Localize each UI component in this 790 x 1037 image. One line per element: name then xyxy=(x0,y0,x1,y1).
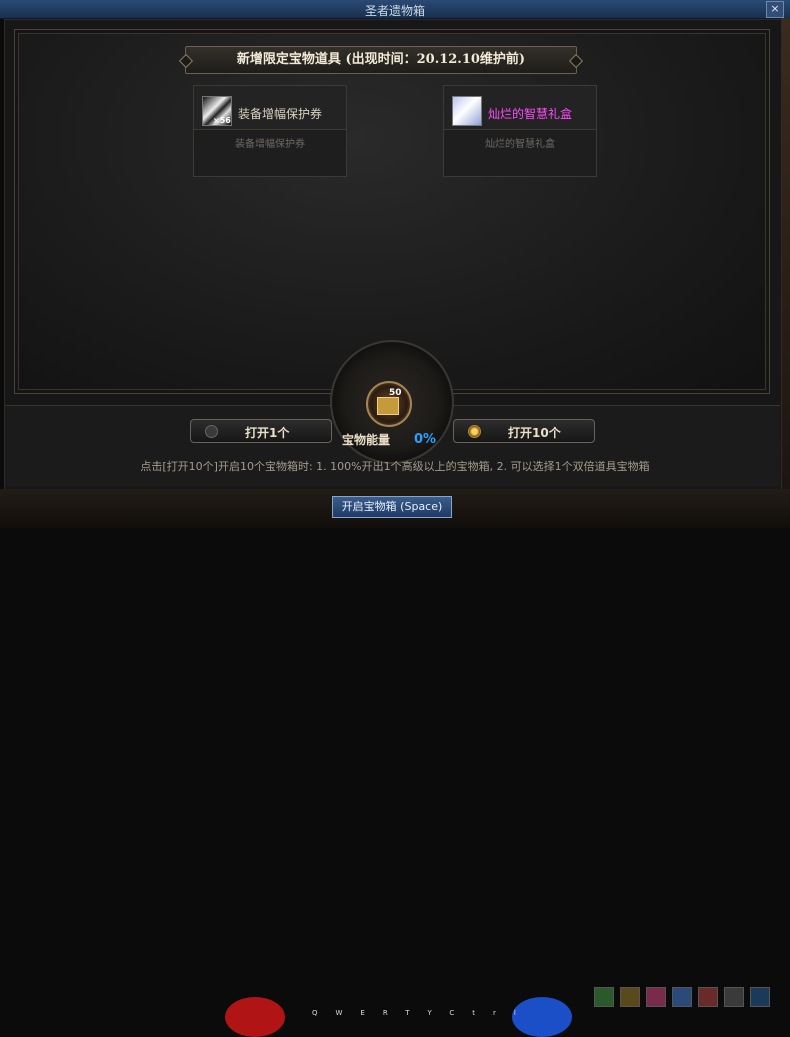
energy-percent: 0% xyxy=(414,432,437,447)
open-one-button[interactable]: 打开1个 xyxy=(190,419,332,443)
skill-icon[interactable] xyxy=(724,987,744,1007)
window-title: 圣者遗物箱 xyxy=(364,4,425,18)
mp-orb xyxy=(512,997,572,1037)
icon-mark: ×56 xyxy=(213,116,231,125)
orb-count: 50 xyxy=(389,388,402,398)
item-card-protection-ticket[interactable]: ×56 装备增幅保护券 装备增幅保护券 xyxy=(193,85,347,177)
ticket-icon[interactable]: ×56 xyxy=(202,96,232,126)
radio-indicator-selected[interactable] xyxy=(468,425,481,438)
skill-icon[interactable] xyxy=(698,987,718,1007)
skill-icon[interactable] xyxy=(672,987,692,1007)
hp-orb xyxy=(225,997,285,1037)
background-edge xyxy=(781,18,790,528)
open-one-label: 打开1个 xyxy=(245,426,290,440)
skill-icon[interactable] xyxy=(594,987,614,1007)
energy-orb[interactable]: 50 xyxy=(366,381,412,427)
item-sub-label: 灿烂的智慧礼盒 xyxy=(485,139,555,150)
hotkey-labels: QWERTYCtrl xyxy=(312,1009,534,1017)
item-name: 灿烂的智慧礼盒 xyxy=(488,107,573,121)
radio-indicator[interactable] xyxy=(205,425,218,438)
banner-title: 新增限定宝物道具 (出现时间：20.12.10维护前) xyxy=(185,46,577,74)
open-ten-button[interactable]: 打开10个 xyxy=(453,419,595,443)
gift-box-icon[interactable] xyxy=(452,96,482,126)
energy-label: 宝物能量 xyxy=(342,433,391,447)
skill-icon[interactable] xyxy=(646,987,666,1007)
window-titlebar[interactable]: 圣者遗物箱 × xyxy=(0,0,790,19)
open-box-button[interactable]: 开启宝物箱 (Space) xyxy=(332,496,452,518)
treasure-chest-icon xyxy=(377,397,399,415)
open-ten-label: 打开10个 xyxy=(508,426,561,440)
skill-icon[interactable] xyxy=(620,987,640,1007)
item-name: 装备增幅保护券 xyxy=(238,107,323,121)
item-card-header: 灿烂的智慧礼盒 xyxy=(444,86,596,130)
close-button[interactable]: × xyxy=(766,1,784,18)
item-sub-label: 装备增幅保护券 xyxy=(235,139,305,150)
skill-icon[interactable] xyxy=(750,987,770,1007)
hint-text: 点击[打开10个]开启10个宝物箱时: 1. 100%开出1个高级以上的宝物箱,… xyxy=(140,460,650,473)
item-card-wisdom-box[interactable]: 灿烂的智慧礼盒 灿烂的智慧礼盒 xyxy=(443,85,597,177)
item-card-header: ×56 装备增幅保护券 xyxy=(194,86,346,130)
